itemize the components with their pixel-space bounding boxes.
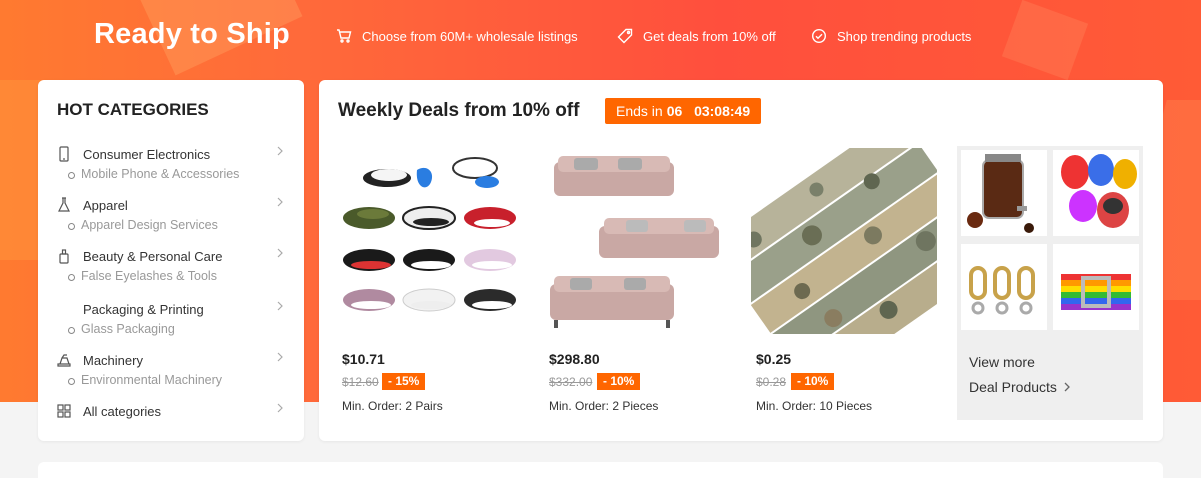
countdown-time: 03:08:49 [694,103,751,119]
buckles-thumbnail [961,244,1047,330]
subcategory-link[interactable]: Environmental Machinery [67,373,222,387]
deal-product-card[interactable]: $298.80 $332.00 - 10% Min. Order: 2 Piec… [544,148,730,428]
view-more-deals-card[interactable]: View more Deal Products [957,146,1143,420]
view-more-label: View more [969,354,1035,370]
category-apparel[interactable]: Apparel Apparel Design Services [57,193,287,239]
sofa-image[interactable] [544,148,730,334]
category-label: Beauty & Personal Care [83,249,223,264]
deal-price: $0.25 [756,351,792,367]
machinery-icon [57,354,71,367]
discount-badge: - 10% [597,373,641,390]
eggs-thumbnail [1053,150,1139,236]
original-price: $12.60 [342,375,379,389]
more-deals-thumbnails [961,150,1139,332]
category-label: Machinery [83,353,143,368]
rainbow-belt-thumbnail [1053,244,1139,330]
discount-badge: - 15% [382,373,426,390]
flask-icon [58,197,70,212]
min-order: Min. Order: 10 Pieces [756,399,873,413]
countdown-days: 06 [666,103,683,119]
countdown-badge: Ends in 06 03:08:49 [605,98,762,124]
benefit-label: Shop trending products [837,28,972,44]
chevron-right-icon [277,301,283,311]
original-price: $332.00 [549,375,593,389]
weekly-deals-panel: Weekly Deals from 10% off Ends in 06 03:0… [319,80,1163,441]
benefit-trending[interactable]: Shop trending products [811,28,971,44]
subcategory-link[interactable]: False Eyelashes & Tools [68,269,217,283]
hot-categories-panel: HOT CATEGORIES Consumer Electronics Mobi… [38,80,304,441]
chevron-right-icon [277,248,283,258]
discount-badge: - 10% [791,373,835,390]
benefit-listings[interactable]: Choose from 60M+ wholesale listings [336,28,578,44]
deal-price: $10.71 [342,351,385,367]
dispenser-thumbnail [961,150,1047,236]
category-label: Apparel [83,198,128,213]
deal-product-card[interactable]: $10.71 $12.60 - 15% Min. Order: 2 Pairs [337,148,523,428]
banner-decoration [1001,0,1089,81]
chevron-right-icon [1064,382,1070,392]
chevron-right-icon [277,197,283,207]
sneakers-image[interactable] [337,148,523,334]
subcategory-link[interactable]: Glass Packaging [68,322,175,336]
page-title: Ready to Ship [94,18,290,50]
benefit-deals[interactable]: Get deals from 10% off [617,28,776,44]
categories-title: HOT CATEGORIES [57,100,209,119]
category-packaging-printing[interactable]: Packaging & Printing Glass Packaging [57,297,287,343]
camouflage-fabric-image[interactable] [751,148,937,334]
tag-icon [617,28,633,44]
min-order: Min. Order: 2 Pieces [549,399,659,413]
category-label: Consumer Electronics [83,147,211,162]
min-order: Min. Order: 2 Pairs [342,399,443,413]
deal-products-link[interactable]: Deal Products [969,379,1071,395]
next-section-card [38,462,1163,478]
category-beauty-personal-care[interactable]: Beauty & Personal Care False Eyelashes &… [57,244,287,290]
subcategory-link[interactable]: Apparel Design Services [68,218,218,232]
benefit-label: Get deals from 10% off [643,28,776,44]
category-machinery[interactable]: Machinery Environmental Machinery [57,348,287,394]
grid-icon [57,404,71,418]
benefit-label: Choose from 60M+ wholesale listings [362,28,578,44]
countdown-prefix: Ends in [616,103,663,119]
category-all[interactable]: All categories [57,399,287,425]
deal-products-label: Deal Products [969,379,1057,395]
category-label: All categories [83,404,162,419]
deal-price: $298.80 [549,351,600,367]
chevron-right-icon [277,352,283,362]
subcategory-link[interactable]: Mobile Phone & Accessories [67,167,239,181]
cart-icon [337,29,352,43]
chevron-right-icon [277,403,283,413]
deal-product-card[interactable]: $0.25 $0.28 - 10% Min. Order: 10 Pieces [751,148,937,428]
deals-title: Weekly Deals from 10% off [338,100,580,121]
check-circle-icon [811,28,827,44]
perfume-icon [59,249,69,264]
category-label: Packaging & Printing [83,302,204,317]
original-price: $0.28 [756,375,787,389]
category-consumer-electronics[interactable]: Consumer Electronics Mobile Phone & Acce… [57,142,287,188]
phone-icon [59,146,69,162]
chevron-right-icon [277,146,283,156]
